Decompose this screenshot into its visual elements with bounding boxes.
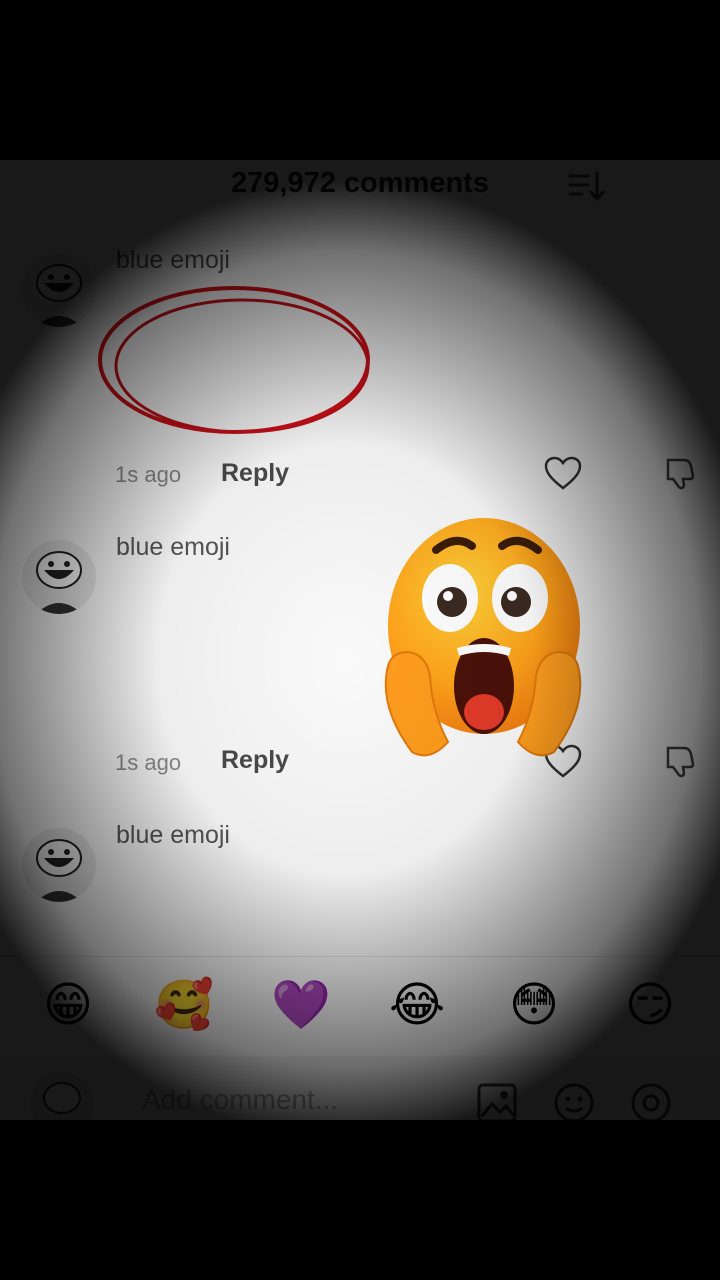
comments-count-title: 279,972 comments [231, 167, 489, 199]
image-icon[interactable] [476, 1082, 518, 1120]
emoji-flushed[interactable]: 😳 [504, 976, 564, 1036]
avatar[interactable] [22, 828, 96, 902]
emoji-purple-heart[interactable]: 💜 [271, 976, 331, 1036]
emoji-tears-of-joy[interactable]: 😂 [387, 976, 447, 1036]
comment-username[interactable]: blue emoji [116, 533, 230, 562]
comment-timestamp: 1s ago [115, 750, 182, 775]
avatar[interactable] [22, 540, 96, 614]
comments-panel: 279,972 comments blue emoji 1s ago Reply… [0, 160, 720, 1120]
sort-icon[interactable] [566, 168, 608, 204]
comment-composer: Add comment... [0, 1056, 720, 1120]
comment-username[interactable]: blue emoji [116, 246, 230, 275]
divider [0, 956, 720, 957]
my-avatar [30, 1072, 94, 1120]
shocked-face-sticker [384, 518, 582, 757]
red-circle-annotation [98, 286, 370, 434]
reply-button[interactable]: Reply [221, 459, 289, 488]
mention-icon[interactable] [630, 1082, 672, 1120]
dislike-icon[interactable] [662, 742, 700, 780]
emoji-icon[interactable] [553, 1082, 595, 1120]
add-comment-input[interactable]: Add comment... [142, 1084, 338, 1116]
emoji-grin[interactable]: 😁 [38, 976, 98, 1036]
avatar[interactable] [22, 253, 96, 327]
emoji-quick-bar: 😁 🥰 💜 😂 😳 😏 [0, 972, 720, 1040]
comment-timestamp: 1s ago [115, 462, 182, 487]
emoji-smiling-hearts[interactable]: 🥰 [154, 976, 214, 1036]
dislike-icon[interactable] [662, 454, 700, 492]
emoji-smirk[interactable]: 😏 [620, 976, 680, 1036]
reply-button[interactable]: Reply [221, 746, 289, 775]
comment-username[interactable]: blue emoji [116, 821, 230, 850]
heart-icon[interactable] [544, 456, 582, 492]
